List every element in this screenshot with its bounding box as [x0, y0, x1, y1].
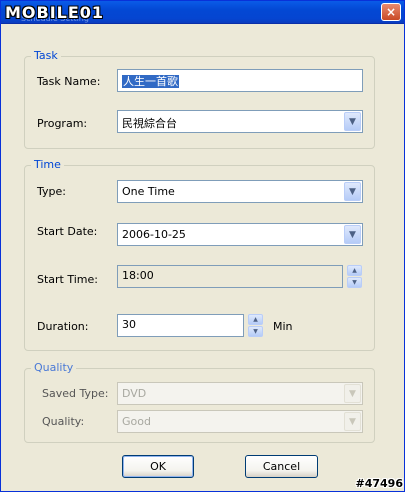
cancel-button[interactable]: Cancel [245, 455, 318, 478]
watermark-text: #47496 [355, 477, 404, 490]
quality-select[interactable]: Good ▼ [117, 410, 363, 433]
start-time-spinner[interactable]: ▲ ▼ [347, 265, 362, 289]
type-value: One Time [122, 185, 175, 198]
duration-spinner[interactable]: ▲ ▼ [248, 314, 263, 338]
program-label: Program: [37, 117, 88, 130]
title-bar[interactable]: Schedule Setting MOBILE01 × [1, 1, 404, 24]
program-select[interactable]: 民視綜合台 ▼ [117, 110, 363, 133]
spin-up-icon[interactable]: ▲ [347, 265, 362, 276]
task-name-input[interactable]: 人生一首歌 [117, 69, 363, 92]
schedule-dialog: Schedule Setting MOBILE01 × Task Task Na… [0, 0, 405, 492]
quality-group-legend: Quality [31, 361, 77, 374]
task-name-label: Task Name: [37, 75, 101, 88]
duration-input[interactable]: 30 [117, 314, 244, 337]
time-group-legend: Time [31, 158, 64, 171]
saved-type-select[interactable]: DVD ▼ [117, 382, 363, 405]
quality-label: Quality: [42, 415, 85, 428]
program-value: 民視綜合台 [122, 117, 177, 130]
duration-label: Duration: [37, 320, 89, 333]
close-icon[interactable]: × [381, 3, 401, 21]
duration-unit-label: Min [273, 320, 293, 333]
spin-down-icon[interactable]: ▼ [347, 277, 362, 288]
chevron-down-icon: ▼ [344, 412, 361, 431]
spin-up-icon[interactable]: ▲ [248, 314, 263, 325]
start-date-label: Start Date: [37, 225, 98, 238]
type-select[interactable]: One Time ▼ [117, 180, 363, 203]
task-group-legend: Task [31, 49, 61, 62]
start-date-picker[interactable]: 2006-10-25 ▼ [117, 223, 363, 246]
ok-button[interactable]: OK [122, 455, 194, 478]
type-label: Type: [37, 185, 66, 198]
start-time-input[interactable]: 18:00 [117, 265, 343, 288]
chevron-down-icon[interactable]: ▼ [344, 182, 361, 201]
start-time-value: 18:00 [122, 269, 154, 282]
saved-type-value: DVD [122, 387, 147, 400]
task-name-value: 人生一首歌 [122, 75, 179, 88]
spin-down-icon[interactable]: ▼ [248, 326, 263, 337]
start-date-value: 2006-10-25 [122, 228, 186, 241]
quality-value: Good [122, 415, 151, 428]
chevron-down-icon[interactable]: ▼ [344, 112, 361, 131]
chevron-down-icon: ▼ [344, 384, 361, 403]
saved-type-label: Saved Type: [42, 387, 109, 400]
duration-value: 30 [122, 318, 136, 331]
window-title-logo: MOBILE01 [5, 3, 105, 22]
chevron-down-icon[interactable]: ▼ [344, 225, 361, 244]
start-time-label: Start Time: [37, 273, 98, 286]
